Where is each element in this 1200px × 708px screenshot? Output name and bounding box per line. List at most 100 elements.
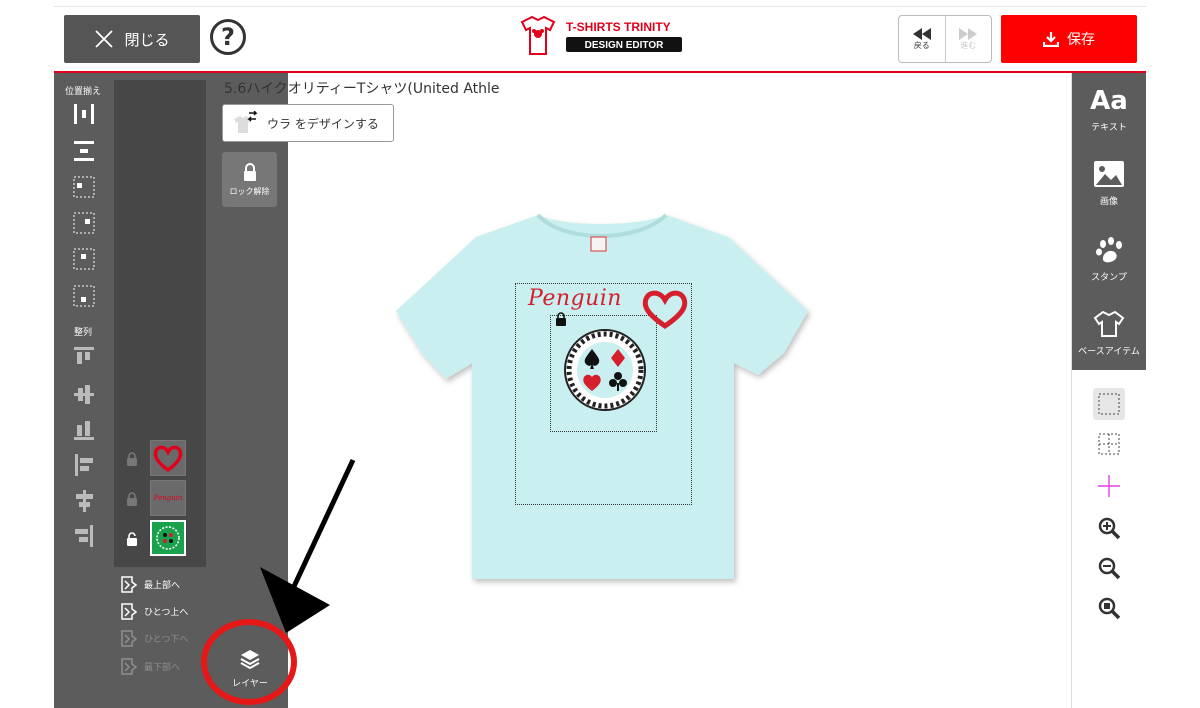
help-symbol: ? bbox=[221, 23, 235, 51]
arrange-left-tool[interactable] bbox=[70, 451, 98, 479]
design-back-button[interactable]: ウラ をデザインする bbox=[222, 104, 394, 142]
help-button[interactable]: ? bbox=[210, 19, 246, 55]
arrange-top-icon bbox=[74, 347, 94, 364]
base-item-button[interactable]: ベースアイテム bbox=[1072, 310, 1146, 357]
paw-print-icon bbox=[1096, 237, 1122, 263]
zoom-in-button[interactable] bbox=[1093, 512, 1125, 544]
align-bottom-tool[interactable] bbox=[70, 282, 98, 310]
arrange-top-tool[interactable] bbox=[70, 342, 98, 370]
send-backward-button[interactable]: ひとつ下へ bbox=[120, 627, 188, 649]
align-middle-icon bbox=[73, 248, 95, 270]
close-button[interactable]: 閉じる bbox=[64, 15, 200, 63]
rewind-icon bbox=[912, 27, 931, 40]
image-icon bbox=[1094, 161, 1124, 187]
save-label: 保存 bbox=[1067, 32, 1095, 48]
stamp-tool-label: スタンプ bbox=[1091, 273, 1127, 283]
align-center-vertical-tool[interactable] bbox=[70, 100, 98, 128]
text-icon: Aa bbox=[1090, 86, 1128, 116]
align-top-right-icon bbox=[73, 212, 95, 234]
penguin-thumb-text: Penguin bbox=[153, 494, 183, 502]
bring-front-label: 最上部へ bbox=[144, 580, 181, 591]
arrange-bottom-tool[interactable] bbox=[70, 416, 98, 444]
unlock-label: ロック解除 bbox=[229, 186, 270, 196]
bring-forward-icon bbox=[121, 603, 138, 620]
print-area-toggle[interactable] bbox=[1093, 388, 1125, 420]
design-text-penguin[interactable]: Penguin bbox=[528, 286, 622, 311]
arrange-section-label: 整列 bbox=[73, 328, 92, 338]
align-section-label: 位置揃え bbox=[64, 87, 101, 97]
bring-forward-button[interactable]: ひとつ上へ bbox=[120, 600, 188, 622]
lock-icon[interactable] bbox=[126, 452, 138, 466]
image-tool-label: 画像 bbox=[1099, 197, 1118, 207]
align-top-left-tool[interactable] bbox=[70, 173, 98, 201]
lock-icon bbox=[243, 162, 256, 181]
layer-item-cards-medallion[interactable] bbox=[150, 520, 186, 556]
layer-item-penguin-text[interactable]: Penguin bbox=[150, 480, 186, 516]
heart-thumb-icon bbox=[153, 445, 183, 473]
stamp-tool-button[interactable]: スタンプ bbox=[1072, 236, 1146, 283]
arrange-right-tool[interactable] bbox=[70, 522, 98, 550]
send-to-back-button[interactable]: 最下部へ bbox=[120, 655, 180, 677]
bring-to-front-button[interactable]: 最上部へ bbox=[120, 573, 180, 595]
send-back-label: 最下部へ bbox=[144, 662, 181, 673]
align-center-horizontal-tool[interactable] bbox=[70, 137, 98, 165]
layer-lock-marker-icon bbox=[556, 312, 566, 326]
grid-icon bbox=[1098, 433, 1120, 455]
zoom-out-icon bbox=[1098, 557, 1121, 580]
text-tool-button[interactable]: Aa テキスト bbox=[1072, 88, 1146, 133]
logo-text-bottom: DESIGN EDITOR bbox=[585, 40, 664, 51]
arrange-right-icon bbox=[75, 525, 93, 547]
flip-shirt-icon bbox=[234, 111, 258, 133]
zoom-fit-icon bbox=[1098, 597, 1121, 620]
arrange-center-icon bbox=[74, 385, 94, 404]
zoom-in-icon bbox=[1098, 517, 1121, 540]
undo-redo-group: 戻る 進む bbox=[898, 15, 992, 63]
base-item-label: ベースアイテム bbox=[1078, 347, 1140, 357]
align-bottom-icon bbox=[73, 285, 95, 307]
send-backward-label: ひとつ下へ bbox=[144, 634, 189, 645]
download-icon bbox=[1043, 32, 1059, 47]
arrange-left-icon bbox=[75, 454, 93, 476]
text-tool-label: テキスト bbox=[1091, 123, 1127, 133]
product-name: 5.6ハイクオリティーTシャツ(United Athle bbox=[224, 81, 500, 97]
save-button[interactable]: 保存 bbox=[1001, 15, 1137, 63]
dotted-square-icon bbox=[1098, 393, 1120, 415]
layer-item-heart[interactable] bbox=[150, 440, 186, 476]
card-suits-medallion[interactable] bbox=[560, 325, 650, 415]
bring-forward-label: ひとつ上へ bbox=[144, 607, 189, 618]
logo-text-top: T-SHIRTS TRINITY bbox=[566, 20, 671, 34]
grid-toggle[interactable] bbox=[1093, 428, 1125, 460]
arrange-middle-tool[interactable] bbox=[70, 487, 98, 515]
app-logo: T-SHIRTS TRINITY DESIGN EDITOR bbox=[518, 14, 688, 58]
lock-icon[interactable] bbox=[126, 492, 138, 506]
close-icon bbox=[95, 30, 114, 48]
fast-forward-icon bbox=[959, 27, 978, 40]
align-top-left-icon bbox=[73, 176, 95, 198]
image-tool-button[interactable]: 画像 bbox=[1072, 160, 1146, 207]
align-center-horizontal-icon bbox=[74, 141, 94, 161]
send-back-icon bbox=[121, 658, 138, 675]
design-back-label: ウラ をデザインする bbox=[267, 116, 379, 131]
annotation-arrow bbox=[260, 458, 356, 633]
zoom-fit-button[interactable] bbox=[1093, 592, 1125, 624]
tshirt-logo-icon bbox=[520, 15, 556, 55]
arrange-bottom-icon bbox=[74, 421, 94, 440]
heart-graphic[interactable] bbox=[641, 288, 689, 330]
align-top-right-tool[interactable] bbox=[70, 209, 98, 237]
bring-front-icon bbox=[121, 576, 138, 593]
redo-button[interactable]: 進む bbox=[944, 16, 992, 62]
redo-label: 進む bbox=[960, 40, 977, 50]
align-middle-tool[interactable] bbox=[70, 245, 98, 273]
center-guide-toggle[interactable] bbox=[1093, 470, 1125, 502]
unlock-button[interactable]: ロック解除 bbox=[222, 152, 277, 207]
crosshair-icon bbox=[1098, 475, 1120, 497]
undo-button[interactable]: 戻る bbox=[899, 16, 945, 62]
tshirt-outline-icon bbox=[1093, 310, 1125, 337]
close-label: 閉じる bbox=[124, 30, 170, 49]
arrange-center-tool[interactable] bbox=[70, 380, 98, 408]
arrange-middle-icon bbox=[76, 490, 93, 512]
medallion-thumb-icon bbox=[156, 526, 180, 550]
send-backward-icon bbox=[121, 630, 138, 647]
unlock-icon[interactable] bbox=[126, 532, 138, 546]
zoom-out-button[interactable] bbox=[1093, 552, 1125, 584]
